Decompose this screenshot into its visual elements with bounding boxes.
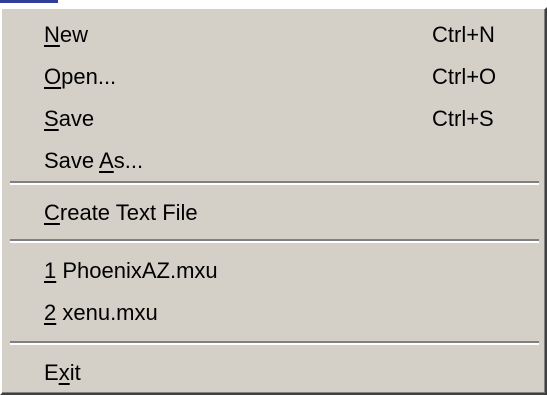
menu-separator bbox=[10, 239, 539, 243]
menu-separator bbox=[10, 341, 539, 345]
menu-item-label: Save As... bbox=[44, 148, 144, 173]
menu-item-label: 1 PhoenixAZ.mxu bbox=[44, 258, 218, 283]
menu-item-label: 2 xenu.mxu bbox=[44, 300, 158, 325]
menu-item-recent-1[interactable]: 1 PhoenixAZ.mxu bbox=[2, 250, 545, 292]
menu-item-recent-2[interactable]: 2 xenu.mxu bbox=[2, 292, 545, 334]
menu-item-shortcut: Ctrl+S bbox=[432, 106, 494, 131]
menu-item-shortcut: Ctrl+N bbox=[432, 22, 495, 47]
file-menu: New Ctrl+N Open... Ctrl+O Save Ctrl+S Sa… bbox=[0, 0, 547, 395]
menu-item-shortcut: Ctrl+O bbox=[432, 64, 497, 89]
menu-item-save[interactable]: Save Ctrl+S bbox=[2, 98, 545, 140]
menu-item-label: Exit bbox=[44, 360, 81, 385]
menu-item-exit[interactable]: Exit bbox=[2, 352, 545, 394]
menu-item-save-as[interactable]: Save As... bbox=[2, 140, 545, 182]
menu-bar-edge bbox=[0, 0, 547, 7]
file-menu-dropdown: New Ctrl+N Open... Ctrl+O Save Ctrl+S Sa… bbox=[0, 7, 547, 395]
menu-bar-highlight bbox=[0, 0, 58, 3]
menu-item-label: New bbox=[44, 22, 89, 47]
menu-separator bbox=[10, 181, 539, 185]
menu-item-label: Open... bbox=[44, 64, 117, 89]
menu-item-label: Save bbox=[44, 106, 95, 131]
menu-item-label: Create Text File bbox=[44, 200, 198, 225]
menu-item-create-text-file[interactable]: Create Text File bbox=[2, 192, 545, 234]
menu-item-open[interactable]: Open... Ctrl+O bbox=[2, 56, 545, 98]
menu-item-new[interactable]: New Ctrl+N bbox=[2, 14, 545, 56]
